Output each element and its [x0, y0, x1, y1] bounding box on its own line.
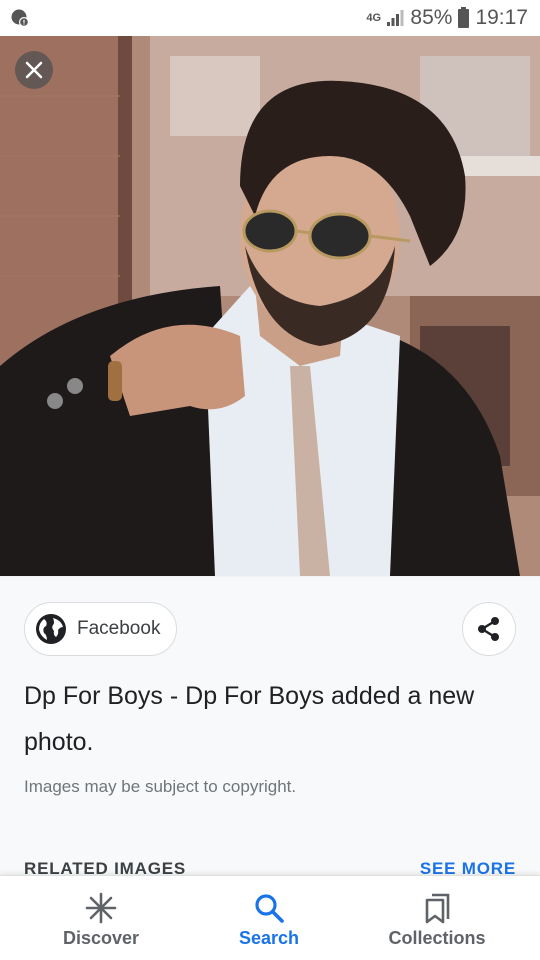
nav-collections-label: Collections: [388, 928, 486, 948]
search-icon: [255, 894, 284, 923]
copyright-notice: Images may be subject to copyright.: [24, 777, 297, 796]
source-chip[interactable]: Facebook: [24, 602, 178, 656]
source-label: Facebook: [77, 618, 161, 639]
signal-icon: [387, 10, 404, 26]
nav-discover[interactable]: Discover: [16, 876, 186, 960]
bottom-navigation: Discover Search Collections: [0, 875, 540, 960]
photo-illustration: [0, 36, 540, 576]
image-preview[interactable]: [0, 36, 540, 576]
close-button[interactable]: [15, 51, 53, 89]
bookmark-icon: [425, 893, 450, 924]
notification-icon: [11, 9, 29, 27]
nav-search[interactable]: Search: [184, 876, 354, 960]
battery-icon: [458, 6, 470, 28]
result-title[interactable]: Dp For Boys - Dp For Boys added a new ph…: [24, 673, 514, 765]
share-button[interactable]: [462, 602, 516, 656]
globe-icon: [36, 614, 66, 644]
share-icon: [478, 617, 499, 641]
close-icon: [25, 61, 43, 79]
nav-discover-label: Discover: [62, 928, 140, 948]
network-type: 4G: [366, 11, 382, 24]
battery-percent: 85%: [410, 6, 453, 29]
nav-search-label: Search: [238, 928, 300, 948]
image-info-panel: Facebook Dp For Boys - Dp For Boys added…: [0, 577, 540, 878]
nav-collections[interactable]: Collections: [352, 876, 522, 960]
clock: 19:17: [475, 6, 528, 29]
discover-icon: [85, 892, 117, 924]
status-bar: 4G 85% 19:17: [0, 0, 540, 36]
